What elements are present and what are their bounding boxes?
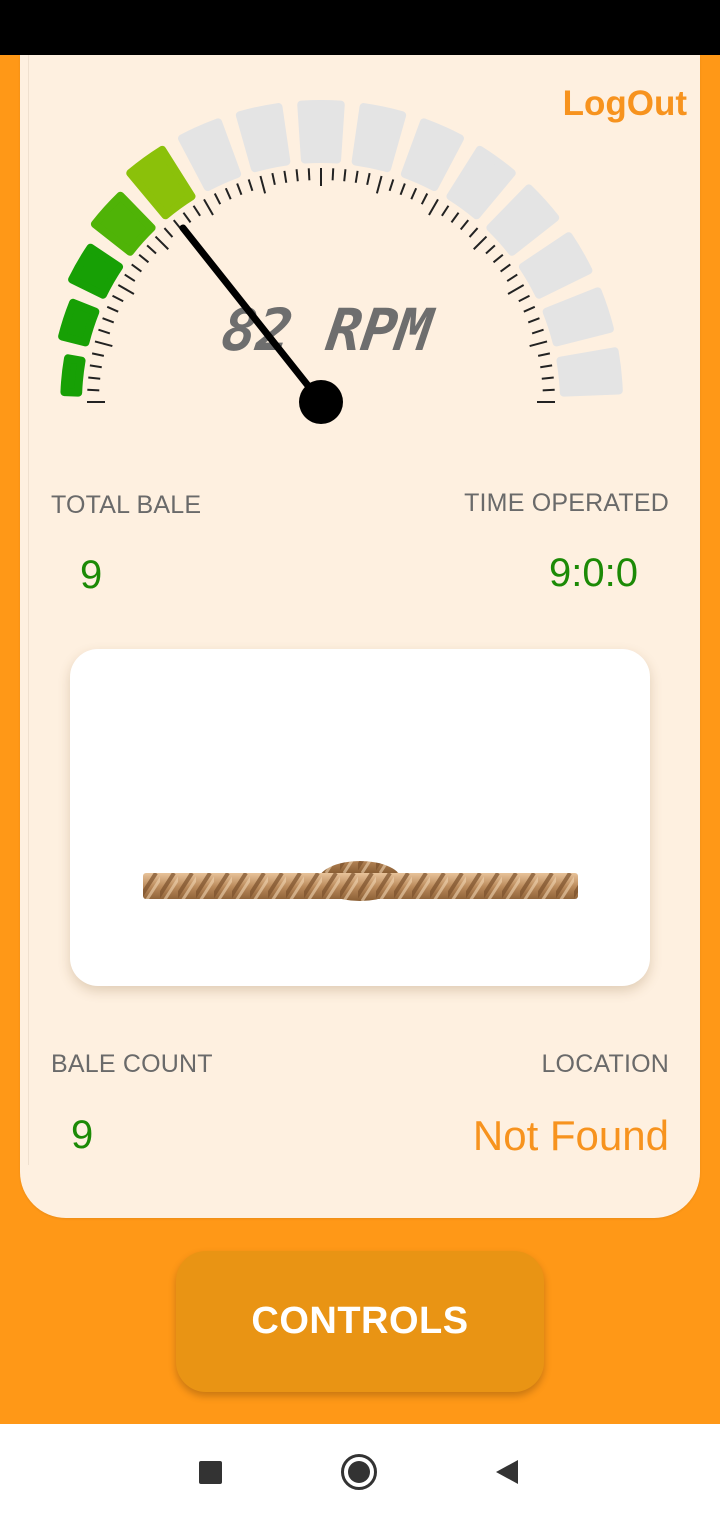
gauge-segment [400, 118, 464, 192]
gauge-tick [87, 388, 100, 392]
home-circle-icon[interactable] [341, 1454, 377, 1490]
gauge-tick [307, 168, 311, 181]
gauge-segment [68, 243, 124, 299]
gauge-tick [542, 388, 555, 392]
gauge-segment [518, 232, 593, 299]
gauge-tick [124, 273, 136, 282]
gauge-tick [192, 205, 201, 217]
total-bale-label: TOTAL BALE [51, 491, 202, 519]
gauge-tick [531, 328, 544, 335]
gauge-segment [542, 287, 614, 347]
time-operated-value: 9:0:0 [549, 551, 638, 595]
needle-hub [299, 380, 343, 424]
bale-count-value: 9 [71, 1113, 94, 1157]
gauge-tick [102, 317, 115, 324]
gauge-tick [98, 328, 111, 335]
gauge-tick [182, 212, 192, 223]
location-value: Not Found [472, 1112, 669, 1159]
gauge-segment [58, 298, 100, 347]
rpm-readout: 82 RPM [218, 296, 439, 364]
gauge-tick [163, 227, 174, 238]
gauge-segment [90, 191, 156, 256]
gauge-tick [537, 352, 551, 357]
back-triangle-icon[interactable] [494, 1458, 520, 1486]
gauge-tick [343, 169, 347, 182]
gauge-segment [126, 145, 196, 220]
gauge-tick [138, 253, 150, 264]
total-bale-value: 9 [80, 553, 103, 597]
gauge-tick [89, 364, 102, 369]
gauge-tick [247, 179, 254, 192]
rope-knot [318, 861, 402, 901]
rope-image [143, 861, 578, 901]
gauge-segment [351, 103, 407, 173]
gauge-tick [388, 179, 395, 192]
gauge-tick [375, 175, 383, 194]
gauge-tick [154, 235, 169, 250]
system-nav-bar [0, 1424, 720, 1520]
gauge-segment [556, 347, 623, 397]
gauge-segment [486, 184, 560, 256]
gauge-tick [94, 340, 113, 348]
gauge-tick [354, 170, 359, 183]
gauge-tick [485, 244, 496, 255]
gauge-tick [492, 253, 504, 264]
gauge-tick [420, 193, 429, 205]
gauge-tick [146, 244, 157, 255]
gauge-tick [523, 305, 536, 313]
gauge-tick [500, 263, 511, 273]
time-operated-label: TIME OPERATED [464, 489, 669, 517]
gauge-tick [271, 172, 276, 186]
gauge-tick [428, 198, 439, 216]
gauge-segment [178, 118, 242, 192]
gauge-segment [446, 145, 516, 220]
gauge-tick [473, 235, 488, 250]
bale-animation-card [70, 649, 650, 986]
gauge-tick [295, 169, 299, 182]
gauge-segment [235, 103, 291, 173]
gauge-tick [131, 263, 142, 273]
gauge-tick [459, 219, 470, 231]
gauge-tick [283, 170, 288, 183]
gauge-tick [88, 376, 101, 380]
gauge-tick [213, 193, 222, 205]
gauge-tick [106, 305, 119, 313]
gauge-tick [507, 284, 525, 295]
gauge-tick [506, 273, 518, 282]
gauge-tick [366, 172, 371, 186]
gauge-tick [468, 227, 479, 238]
bale-count-label: BALE COUNT [51, 1050, 213, 1078]
gauge-tick [236, 183, 243, 196]
gauge-tick [540, 364, 553, 369]
recents-square-icon[interactable] [199, 1461, 222, 1484]
gauge-tick [529, 340, 548, 348]
gauge-tick [441, 205, 450, 217]
gauge-tick [331, 168, 335, 181]
location-label: LOCATION [541, 1050, 669, 1078]
gauge-tick [399, 183, 406, 196]
gauge-tick [91, 352, 105, 357]
home-circle-inner [348, 1461, 370, 1483]
gauge-tick [203, 198, 214, 216]
gauge-segment [60, 354, 86, 397]
gauge-tick [518, 294, 530, 303]
gauge-tick [117, 284, 135, 295]
gauge-tick [410, 187, 418, 200]
status-bar [0, 0, 720, 55]
gauge-tick [224, 187, 232, 200]
controls-button[interactable]: CONTROLS [176, 1251, 544, 1392]
gauge-tick [541, 376, 554, 380]
gauge-segment [297, 100, 345, 164]
rpm-gauge: 82 RPM [58, 100, 623, 424]
gauge-tick [112, 294, 124, 303]
gauge-tick [450, 212, 460, 223]
gauge-tick [259, 175, 267, 194]
gauge-tick [527, 317, 540, 324]
